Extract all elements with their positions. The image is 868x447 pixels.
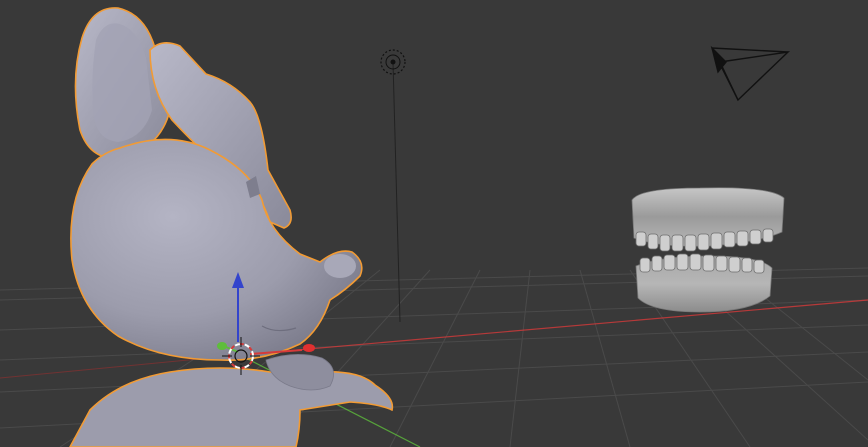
x-axis-line	[239, 299, 868, 356]
viewport-canvas[interactable]	[0, 0, 868, 447]
3d-viewport[interactable]	[0, 0, 868, 447]
camera-up-triangle	[710, 45, 727, 74]
rabbit-head	[70, 138, 363, 361]
lamp-icon	[390, 59, 396, 65]
camera-frame	[718, 50, 791, 102]
camera-object[interactable]	[710, 45, 791, 102]
teeth-object[interactable]	[631, 187, 785, 313]
rabbit-object[interactable]	[69, 7, 394, 447]
gizmo-y-handle	[217, 342, 227, 350]
camera-line-2	[711, 47, 789, 53]
gizmo-x-handle	[303, 344, 315, 352]
rabbit-nose	[324, 254, 356, 278]
lamp-drop-line	[392, 61, 401, 323]
lamp-object[interactable]	[380, 49, 406, 323]
